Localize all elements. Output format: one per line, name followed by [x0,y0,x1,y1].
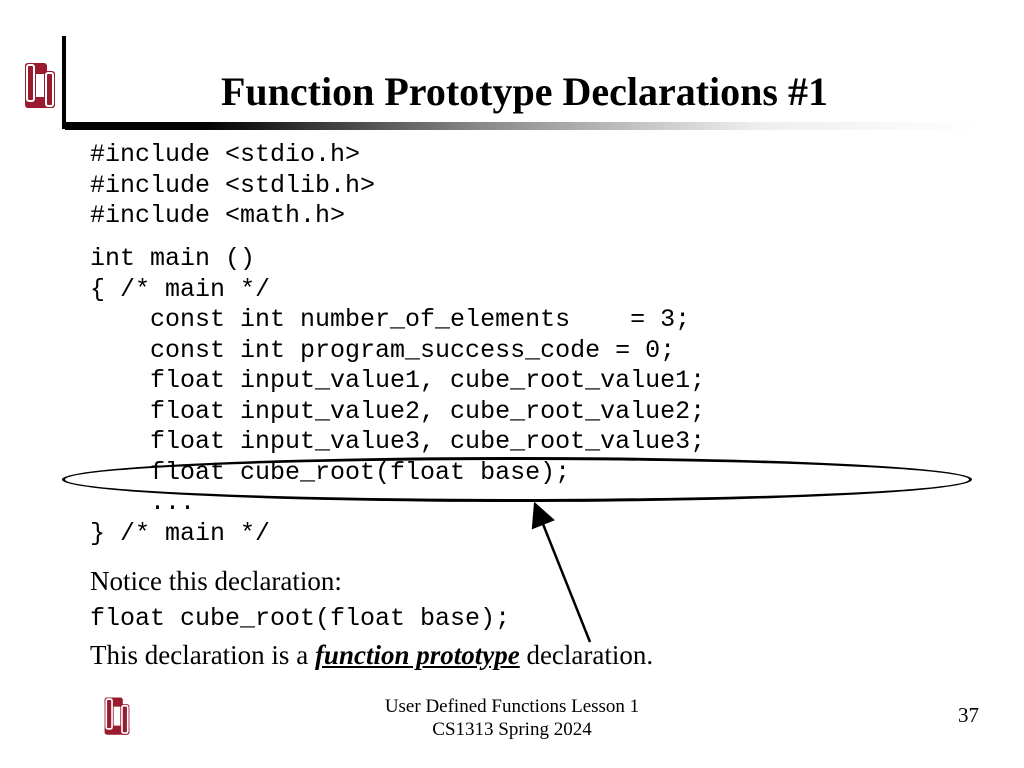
footer-line2: CS1313 Spring 2024 [0,719,1024,742]
prototype-pre: This declaration is a [90,640,315,670]
prototype-sentence: This declaration is a function prototype… [90,640,653,671]
footer-line1: User Defined Functions Lesson 1 [0,696,1024,719]
prototype-keyword: function prototype [315,640,520,670]
notice-code: float cube_root(float base); [90,604,510,633]
slide-title: Function Prototype Declarations #1 [65,68,984,115]
code-main: int main () { /* main */ const int numbe… [90,244,705,549]
footer-text: User Defined Functions Lesson 1 CS1313 S… [0,696,1024,742]
ou-logo-top [20,60,60,123]
code-includes: #include <stdio.h> #include <stdlib.h> #… [90,140,375,232]
title-divider [65,122,984,130]
page-number: 37 [958,703,979,728]
notice-text: Notice this declaration: [90,566,342,597]
prototype-post: declaration. [520,640,653,670]
